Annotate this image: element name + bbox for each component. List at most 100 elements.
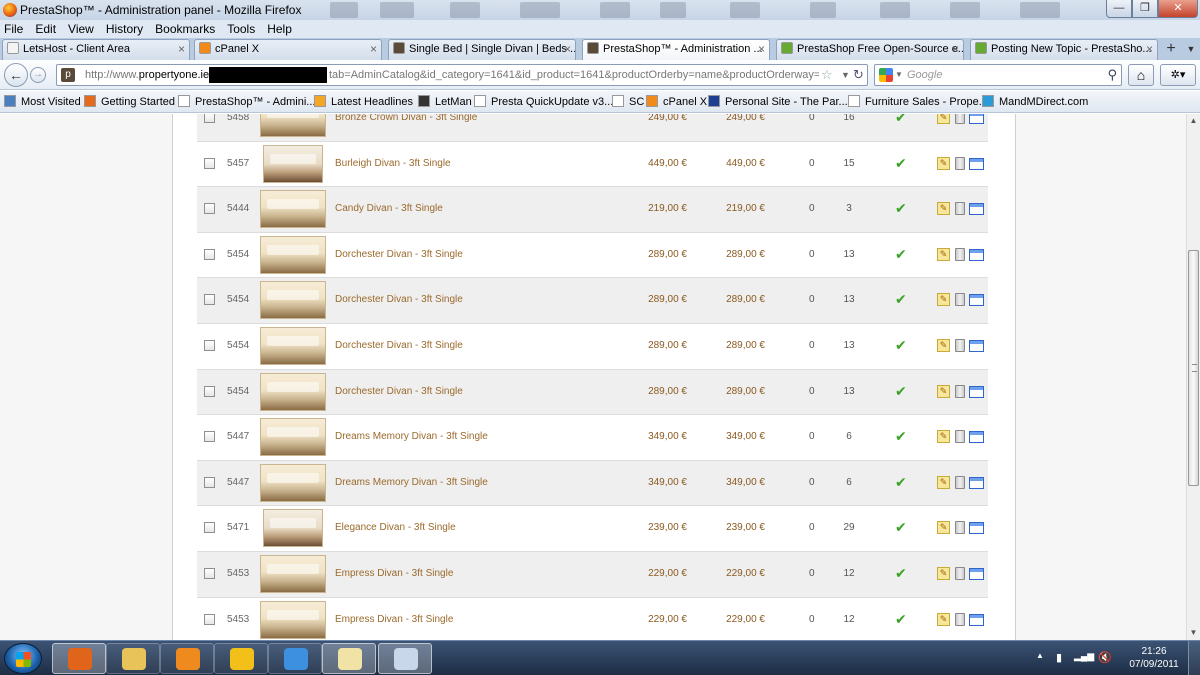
status-enabled-icon[interactable]: ✔: [895, 291, 907, 308]
forward-button[interactable]: →: [30, 67, 46, 83]
menu-view[interactable]: View: [68, 22, 94, 36]
start-button[interactable]: [4, 643, 42, 674]
taskbar-media-player-button[interactable]: [160, 643, 214, 674]
product-thumbnail[interactable]: [260, 327, 326, 365]
duplicate-icon[interactable]: [969, 294, 984, 307]
home-button[interactable]: ⌂: [1128, 64, 1154, 86]
list-all-tabs-button[interactable]: ▼: [1184, 39, 1198, 60]
new-tab-button[interactable]: +: [1160, 39, 1182, 60]
row-select-checkbox[interactable]: [204, 385, 215, 397]
product-name[interactable]: Dorchester Divan - 3ft Single: [335, 386, 463, 397]
product-thumbnail[interactable]: [260, 555, 326, 593]
product-thumbnail[interactable]: [263, 509, 323, 548]
menu-edit[interactable]: Edit: [35, 22, 56, 36]
edit-icon[interactable]: ✎: [937, 339, 950, 352]
taskbar-file-explorer-button[interactable]: [106, 643, 160, 674]
maximize-button[interactable]: ❐: [1132, 0, 1158, 18]
menu-bookmarks[interactable]: Bookmarks: [155, 22, 215, 36]
reload-icon[interactable]: ↻: [853, 65, 864, 85]
search-engine-dropdown-icon[interactable]: ▼: [895, 65, 903, 85]
table-row[interactable]: 5447 Dreams Memory Divan - 3ft Single 349,…: [197, 415, 988, 461]
delete-icon[interactable]: [955, 339, 965, 352]
close-window-button[interactable]: ✕: [1158, 0, 1198, 18]
tab-close-icon[interactable]: ×: [1146, 40, 1153, 59]
edit-icon[interactable]: ✎: [937, 156, 950, 170]
bookmark-item[interactable]: Furniture Sales - Prope...: [848, 94, 988, 110]
delete-icon[interactable]: [955, 247, 965, 261]
edit-icon[interactable]: ✎: [937, 475, 950, 489]
network-signal-icon[interactable]: ▂▄▆: [1074, 651, 1094, 662]
product-name[interactable]: Dorchester Divan - 3ft Single: [335, 294, 463, 305]
bookmark-item[interactable]: Getting Started: [84, 94, 175, 110]
table-row[interactable]: 5453 Empress Divan - 3ft Single 229,00 € 22…: [197, 552, 988, 598]
edit-icon[interactable]: ✎: [937, 567, 950, 580]
status-enabled-icon[interactable]: ✔: [895, 565, 907, 582]
duplicate-icon[interactable]: [969, 568, 984, 580]
bookmark-item[interactable]: Latest Headlines: [314, 94, 413, 110]
status-enabled-icon[interactable]: ✔: [895, 519, 907, 536]
row-select-checkbox[interactable]: [204, 248, 215, 260]
back-button[interactable]: ←: [4, 63, 28, 87]
menu-history[interactable]: History: [106, 22, 143, 36]
row-select-checkbox[interactable]: [204, 476, 215, 488]
menu-tools[interactable]: Tools: [227, 22, 255, 36]
product-thumbnail[interactable]: [260, 235, 326, 274]
edit-icon[interactable]: ✎: [937, 521, 950, 535]
tab-6[interactable]: Posting New Topic - PrestaSho... ×: [970, 39, 1158, 60]
table-row[interactable]: 5471 Elegance Divan - 3ft Single 239,00 € 2…: [197, 506, 988, 552]
duplicate-icon[interactable]: [969, 476, 984, 489]
tab-2[interactable]: cPanel X ×: [194, 39, 382, 60]
row-select-checkbox[interactable]: [204, 431, 215, 443]
edit-icon[interactable]: ✎: [937, 430, 950, 444]
status-enabled-icon[interactable]: ✔: [895, 383, 907, 400]
battery-icon[interactable]: ▮: [1056, 651, 1062, 664]
product-name[interactable]: Dorchester Divan - 3ft Single: [335, 249, 463, 260]
duplicate-icon[interactable]: [969, 203, 984, 216]
tab-3[interactable]: Single Bed | Single Divan | Beds ... ×: [388, 39, 576, 60]
delete-icon[interactable]: [955, 430, 965, 444]
duplicate-icon[interactable]: [969, 157, 984, 170]
delete-icon[interactable]: [955, 567, 965, 580]
row-select-checkbox[interactable]: [204, 157, 215, 169]
table-row[interactable]: 5444 Candy Divan - 3ft Single 219,00 € 219,…: [197, 187, 988, 233]
bookmark-item[interactable]: MandMDirect.com: [982, 94, 1088, 110]
search-bar[interactable]: ▼ Google ⚲: [874, 64, 1122, 86]
product-thumbnail[interactable]: [260, 418, 326, 457]
duplicate-icon[interactable]: [969, 340, 984, 352]
table-row[interactable]: 5454 Dorchester Divan - 3ft Single 289,00 …: [197, 369, 988, 416]
search-icon[interactable]: ⚲: [1107, 65, 1117, 85]
volume-muted-icon[interactable]: 🔇: [1098, 651, 1112, 664]
tab-1[interactable]: LetsHost - Client Area ×: [2, 39, 190, 60]
product-name[interactable]: Empress Divan - 3ft Single: [335, 614, 453, 625]
clock[interactable]: 21:26 07/09/2011: [1126, 645, 1182, 671]
url-history-dropdown-icon[interactable]: ▼: [841, 65, 850, 85]
minimize-button[interactable]: —: [1106, 0, 1132, 18]
duplicate-icon[interactable]: [969, 431, 984, 444]
product-thumbnail[interactable]: [260, 600, 326, 639]
scrollbar-thumb[interactable]: [1188, 250, 1199, 486]
product-thumbnail[interactable]: [263, 144, 323, 183]
bookmark-item[interactable]: PrestaShop™ - Admini...: [178, 94, 315, 110]
tab-close-icon[interactable]: ×: [952, 40, 959, 59]
status-enabled-icon[interactable]: ✔: [895, 611, 907, 628]
delete-icon[interactable]: [955, 612, 965, 626]
duplicate-icon[interactable]: [969, 248, 984, 261]
table-row[interactable]: 5454 Dorchester Divan - 3ft Single 289,00 …: [197, 233, 988, 279]
scroll-down-arrow-icon[interactable]: ▼: [1187, 626, 1200, 640]
product-thumbnail[interactable]: [260, 190, 326, 229]
table-row[interactable]: 5457 Burleigh Divan - 3ft Single 449,00 € 4…: [197, 142, 988, 188]
delete-icon[interactable]: [955, 521, 965, 535]
vertical-scrollbar[interactable]: ▲ ▼: [1186, 114, 1200, 640]
edit-icon[interactable]: ✎: [937, 384, 950, 398]
menu-file[interactable]: File: [4, 22, 23, 36]
row-select-checkbox[interactable]: [204, 294, 215, 306]
status-enabled-icon[interactable]: ✔: [895, 428, 907, 445]
delete-icon[interactable]: [955, 202, 965, 216]
product-thumbnail[interactable]: [260, 463, 326, 502]
status-enabled-icon[interactable]: ✔: [895, 155, 907, 172]
row-select-checkbox[interactable]: [204, 613, 215, 625]
taskbar-folder-window-button[interactable]: [322, 643, 376, 674]
edit-icon[interactable]: ✎: [937, 293, 950, 307]
bookmark-item[interactable]: Most Visited: [4, 94, 81, 110]
edit-icon[interactable]: ✎: [937, 612, 950, 626]
